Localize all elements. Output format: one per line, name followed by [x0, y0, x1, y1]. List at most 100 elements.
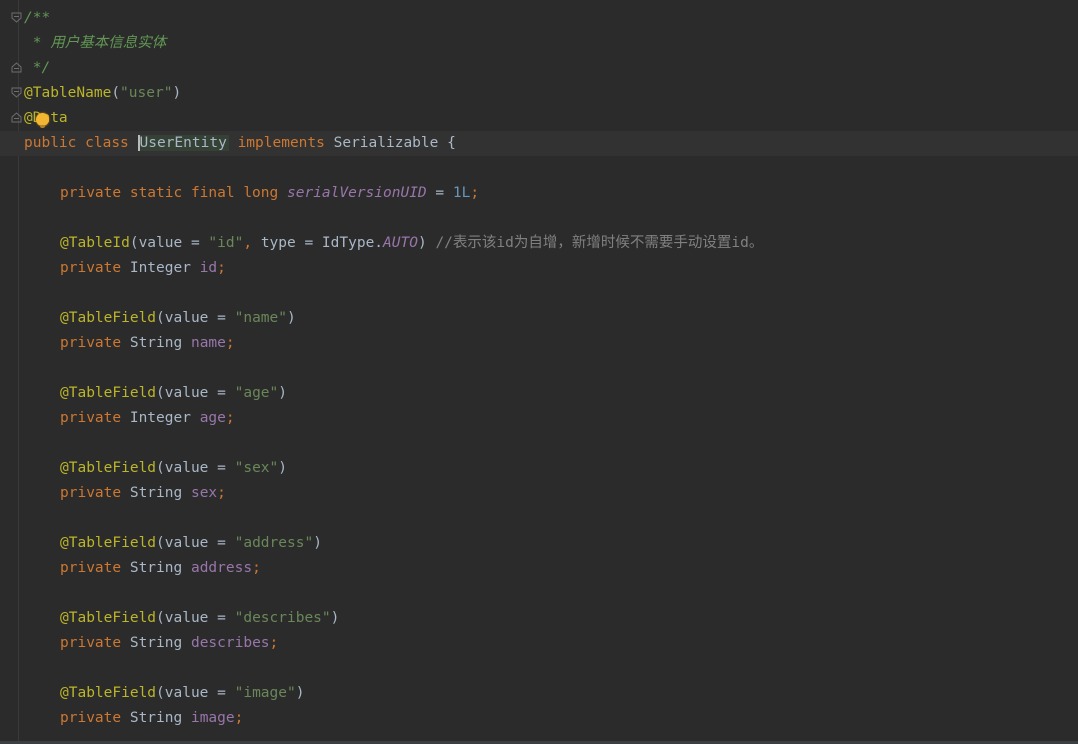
- field-name: address: [190, 560, 253, 576]
- fold-toggle-icon[interactable]: [11, 112, 22, 123]
- code-line: @TableId(value = "id", type = IdType.AUT…: [0, 231, 1078, 256]
- type-name: String: [129, 335, 183, 351]
- code-line: private Integer age;: [0, 406, 1078, 431]
- punctuation: (value =: [156, 685, 235, 701]
- fold-toggle-icon[interactable]: [11, 62, 22, 73]
- interface-name: Serializable: [333, 135, 439, 151]
- type-name: String: [129, 560, 183, 576]
- annotation-tableid: @TableId: [60, 235, 130, 251]
- field-name: id: [199, 260, 218, 276]
- keyword: private: [60, 560, 122, 576]
- code-line: @TableField(value = "name"): [0, 306, 1078, 331]
- semicolon: ;: [470, 185, 480, 201]
- punctuation: ,: [243, 235, 261, 251]
- punctuation: = IdType.: [295, 235, 384, 251]
- type-name: String: [129, 710, 183, 726]
- annotation-tablefield: @TableField: [60, 310, 157, 326]
- punctuation: ): [417, 235, 436, 251]
- lightbulb-icon[interactable]: [36, 113, 49, 128]
- param-name: type: [260, 235, 296, 251]
- punctuation: (value =: [156, 610, 235, 626]
- code-line: @TableField(value = "image"): [0, 681, 1078, 706]
- keyword: implements: [237, 135, 325, 151]
- punctuation: ): [287, 310, 296, 326]
- line-comment: //表示该id为自增，新增时候不需要手动设置id。: [435, 235, 764, 251]
- code-line: @TableField(value = "sex"): [0, 456, 1078, 481]
- code-line: private String image;: [0, 706, 1078, 731]
- code-line: @Data: [0, 106, 1078, 131]
- annotation-tablefield: @TableField: [60, 610, 157, 626]
- punctuation: ): [330, 610, 340, 626]
- code-line: @TableField(value = "address"): [0, 531, 1078, 556]
- code-line: @TableField(value = "age"): [0, 381, 1078, 406]
- enum-constant: AUTO: [383, 235, 418, 251]
- punctuation: ): [313, 535, 322, 551]
- keyword: private: [60, 335, 122, 351]
- type-name: Integer: [129, 410, 191, 426]
- class-name-highlight[interactable]: UserEntity: [137, 135, 229, 151]
- code-area[interactable]: /** * 用户基本信息实体 */ @TableName("user") @Da…: [0, 0, 1078, 744]
- keyword: private: [60, 635, 122, 651]
- doc-comment-close: */: [24, 60, 51, 76]
- annotation-tablefield: @TableField: [60, 460, 157, 476]
- punctuation: (value =: [156, 310, 235, 326]
- keyword: private: [60, 485, 122, 501]
- code-line: @TableName("user"): [0, 81, 1078, 106]
- brace: {: [447, 135, 456, 151]
- fold-toggle-icon[interactable]: [11, 12, 22, 23]
- semicolon: ;: [252, 560, 261, 576]
- code-line: @TableField(value = "describes"): [0, 606, 1078, 631]
- code-line: private Integer id;: [0, 256, 1078, 281]
- string-literal: "age": [234, 385, 279, 401]
- keyword: class: [85, 135, 129, 151]
- annotation-tablefield: @TableField: [60, 685, 157, 701]
- field-name: sex: [190, 485, 218, 501]
- code-line-current: public class UserEntity implements Seria…: [0, 131, 1078, 156]
- code-line: private String describes;: [0, 631, 1078, 656]
- string-literal: "name": [234, 310, 287, 326]
- punctuation: ): [278, 385, 287, 401]
- doc-comment-open: /**: [24, 10, 51, 26]
- punctuation: (value =: [156, 535, 235, 551]
- field-name: describes: [190, 635, 270, 651]
- punctuation: (value =: [156, 385, 235, 401]
- field-name: name: [190, 335, 226, 351]
- semicolon: ;: [225, 410, 235, 426]
- keyword: private: [60, 710, 122, 726]
- annotation-tablename: @TableName: [24, 85, 112, 101]
- annotation-tablefield: @TableField: [60, 535, 157, 551]
- punctuation: ): [172, 85, 182, 101]
- annotation-tablefield: @TableField: [60, 385, 157, 401]
- type-name: String: [129, 485, 183, 501]
- punctuation: (: [111, 85, 121, 101]
- operator: =: [426, 185, 453, 201]
- keyword: public: [24, 135, 77, 151]
- semicolon: ;: [225, 335, 235, 351]
- keyword: private: [60, 260, 122, 276]
- code-line: */: [0, 56, 1078, 81]
- code-line: /**: [0, 6, 1078, 31]
- doc-comment-text: * 用户基本信息实体: [24, 35, 167, 51]
- number-literal: 1L: [452, 185, 471, 201]
- code-line: private String address;: [0, 556, 1078, 581]
- type-name: Integer: [129, 260, 191, 276]
- punctuation: ): [295, 685, 305, 701]
- punctuation: ): [278, 460, 287, 476]
- semicolon: ;: [217, 485, 226, 501]
- string-literal: "sex": [234, 460, 279, 476]
- keyword: private: [60, 410, 122, 426]
- code-line: private String sex;: [0, 481, 1078, 506]
- code-editor[interactable]: /** * 用户基本信息实体 */ @TableName("user") @Da…: [0, 0, 1078, 744]
- code-line: private String name;: [0, 331, 1078, 356]
- field-name: age: [199, 410, 226, 426]
- static-field: serialVersionUID: [286, 185, 427, 201]
- fold-toggle-icon[interactable]: [11, 87, 22, 98]
- modifiers: private static final long: [60, 185, 279, 201]
- code-line: * 用户基本信息实体: [0, 31, 1078, 56]
- string-literal: "image": [234, 685, 296, 701]
- string-literal: "user": [120, 85, 173, 101]
- punctuation: (value =: [129, 235, 209, 251]
- semicolon: ;: [217, 260, 226, 276]
- punctuation: (value =: [156, 460, 235, 476]
- string-literal: "describes": [234, 610, 331, 626]
